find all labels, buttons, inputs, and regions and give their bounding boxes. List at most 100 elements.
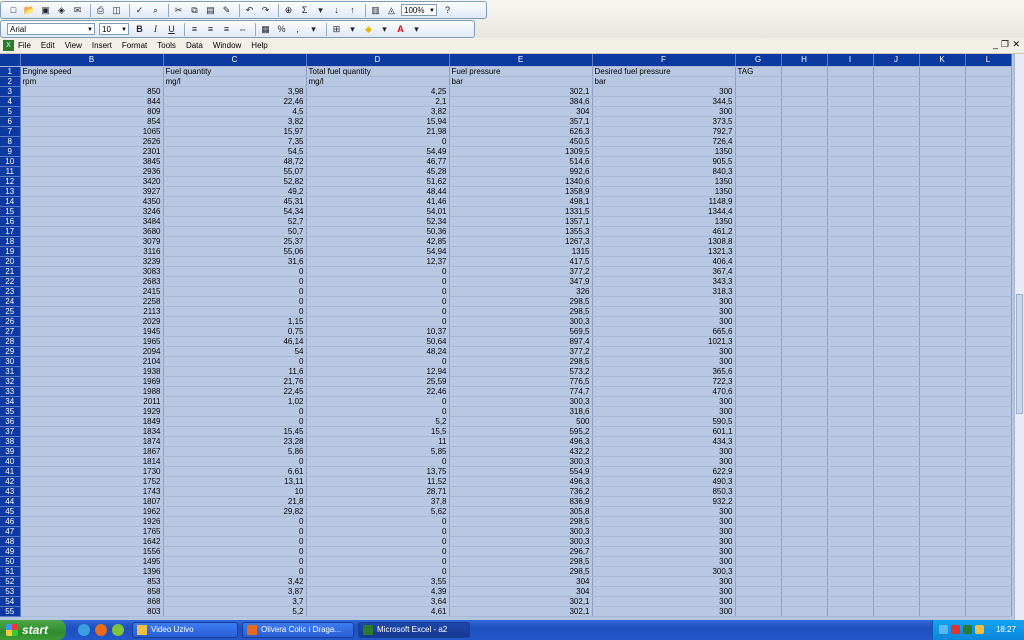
cell[interactable]: 2626 [20,136,164,147]
cell[interactable] [965,76,1012,87]
cell[interactable]: 1849 [20,416,164,427]
cell[interactable]: 1065 [20,126,164,137]
cell[interactable]: 55,07 [163,166,307,177]
cell[interactable]: 2094 [20,346,164,357]
cell[interactable]: 300 [592,506,736,517]
cell[interactable] [873,406,920,417]
chart-wizard-icon[interactable]: ▥ [369,4,382,17]
cell[interactable]: 54,94 [306,246,450,257]
cell[interactable] [873,496,920,507]
cell[interactable] [781,476,828,487]
cell[interactable] [965,256,1012,267]
cell[interactable]: 300 [592,596,736,607]
task-video-uzivo[interactable]: Video Uzivo [132,622,238,638]
cell[interactable]: 48,44 [306,186,450,197]
cell[interactable]: 55,06 [163,246,307,257]
cell[interactable] [919,476,966,487]
row-header[interactable]: 50 [0,556,21,567]
row-header[interactable]: 8 [0,136,21,147]
cell[interactable] [735,266,782,277]
cell[interactable] [781,406,828,417]
cell[interactable] [827,566,874,577]
cell[interactable] [827,376,874,387]
cell[interactable] [735,406,782,417]
cell[interactable]: 1350 [592,186,736,197]
row-header[interactable]: 55 [0,606,21,617]
cell[interactable]: 304 [449,106,593,117]
row-header[interactable]: 30 [0,356,21,367]
row-header[interactable]: 39 [0,446,21,457]
cell[interactable] [781,136,828,147]
cell[interactable] [919,186,966,197]
cell[interactable]: 2415 [20,286,164,297]
cell[interactable] [919,86,966,97]
column-header[interactable]: D [306,54,450,67]
cell[interactable]: 2029 [20,316,164,327]
firefox-icon[interactable] [95,624,107,636]
cell[interactable]: 298,5 [449,296,593,307]
cell[interactable]: 300,3 [449,396,593,407]
cell[interactable] [919,226,966,237]
row-header[interactable]: 54 [0,596,21,607]
cell[interactable] [827,186,874,197]
borders-icon[interactable]: ⊞ [330,23,343,36]
cell[interactable] [827,316,874,327]
spreadsheet-grid[interactable]: B C D E F G H I J K L 1 Engine speed Fuel … [0,54,1024,620]
cell[interactable] [827,106,874,117]
cell[interactable] [873,306,920,317]
cell[interactable] [919,466,966,477]
cell[interactable]: 54,01 [306,206,450,217]
cell[interactable] [827,216,874,227]
cell[interactable]: 0 [306,456,450,467]
cell[interactable]: 298,5 [449,356,593,367]
cell[interactable]: 2104 [20,356,164,367]
cell[interactable] [827,236,874,247]
cell[interactable] [827,166,874,177]
cell[interactable]: 300 [592,586,736,597]
cell[interactable] [827,406,874,417]
column-header[interactable]: E [449,54,593,67]
cell[interactable]: 0 [163,536,307,547]
cell[interactable]: 6,61 [163,466,307,477]
cell[interactable] [919,606,966,617]
cell[interactable] [827,336,874,347]
cell[interactable] [827,546,874,557]
cell[interactable] [827,486,874,497]
cell[interactable] [735,126,782,137]
cell[interactable] [873,286,920,297]
cell[interactable] [919,496,966,507]
cell[interactable] [919,236,966,247]
cell[interactable] [827,496,874,507]
fill-color-icon[interactable]: ◆ [362,23,375,36]
row-header[interactable]: 34 [0,396,21,407]
cell[interactable] [781,96,828,107]
cell[interactable]: 1834 [20,426,164,437]
cell[interactable]: 300 [592,546,736,557]
menu-format[interactable]: Format [117,41,152,50]
cell[interactable] [735,106,782,117]
cell[interactable] [781,216,828,227]
cell[interactable]: 0 [306,406,450,417]
cell[interactable] [735,146,782,157]
cell[interactable]: 736,2 [449,486,593,497]
cell[interactable] [873,226,920,237]
cell[interactable] [781,416,828,427]
cell[interactable] [735,476,782,487]
cell[interactable] [735,416,782,427]
cell[interactable] [827,356,874,367]
cell[interactable]: 45,31 [163,196,307,207]
cell[interactable] [965,546,1012,557]
cell[interactable] [781,236,828,247]
cell[interactable]: 1396 [20,566,164,577]
cell[interactable] [919,246,966,257]
cell[interactable] [827,126,874,137]
cell[interactable]: 434,3 [592,436,736,447]
cell[interactable]: 3,98 [163,86,307,97]
cell[interactable] [781,546,828,557]
cell[interactable]: 0 [306,266,450,277]
cell[interactable] [873,416,920,427]
sort-ascending-icon[interactable]: ↓ [330,4,343,17]
menu-data[interactable]: Data [181,41,208,50]
cell[interactable] [919,306,966,317]
cell[interactable]: 5,62 [306,506,450,517]
